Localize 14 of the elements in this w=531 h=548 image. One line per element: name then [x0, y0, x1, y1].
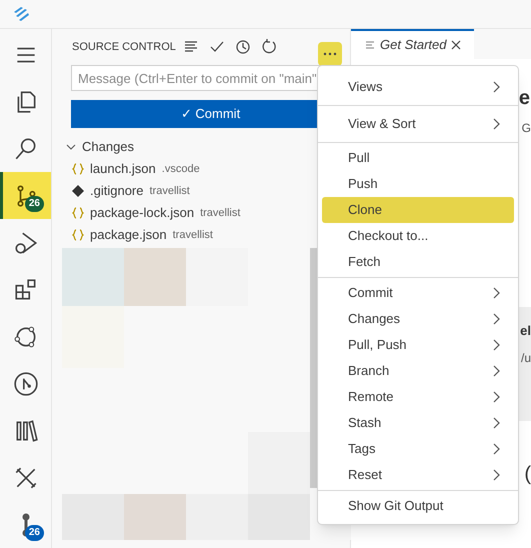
section-label: Changes: [82, 138, 134, 156]
panel-title: SOURCE CONTROL: [72, 40, 177, 55]
count-badge: 26: [24, 196, 44, 212]
folder-name: travellist: [172, 228, 213, 243]
tab-label: Get Started: [380, 36, 446, 54]
folder-name: travellist: [200, 206, 240, 221]
editor-text: (: [524, 462, 531, 487]
folder-name: travellist: [149, 184, 190, 199]
folder-name: .vscode: [162, 162, 200, 177]
editor-text: e: [518, 86, 531, 111]
editor-text: G: [522, 120, 531, 137]
editor-text: el: [520, 322, 531, 340]
count-badge: 26: [24, 525, 44, 541]
editor-text: /u: [520, 350, 531, 366]
